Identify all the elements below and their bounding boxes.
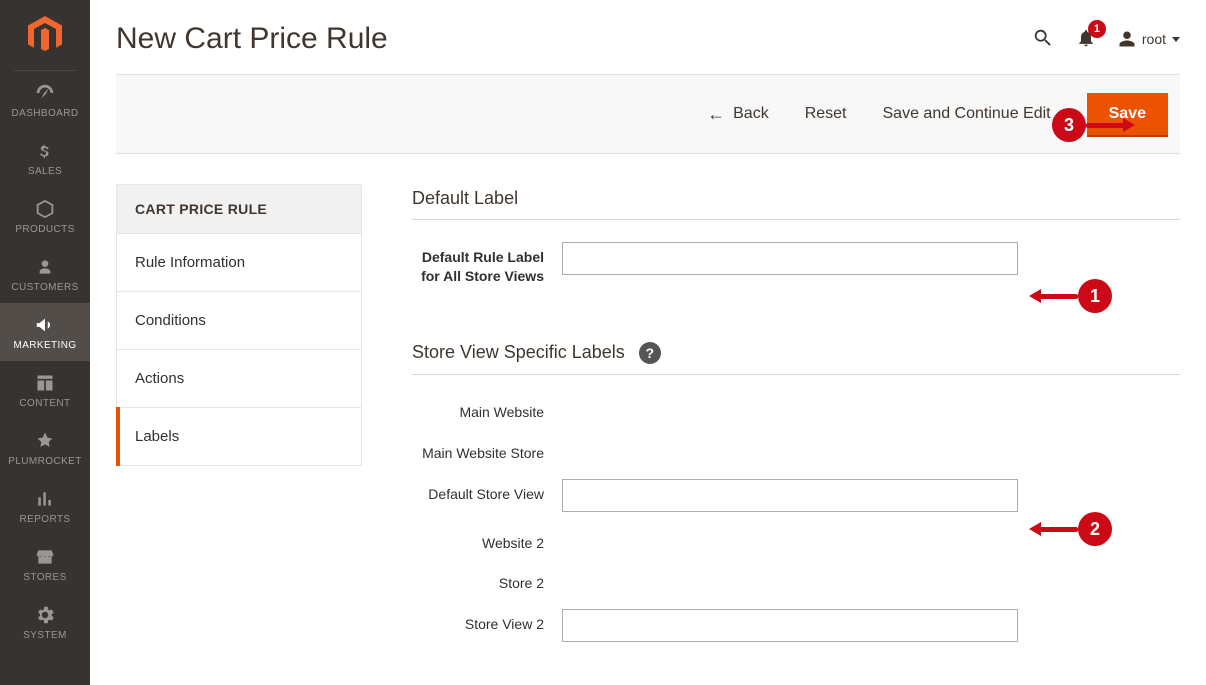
sidebar-item-marketing-icon	[34, 314, 56, 336]
nav-label: SYSTEM	[23, 630, 67, 641]
default-rule-label: Default Rule Label for All Store Views	[412, 242, 562, 286]
sidebar-item-system[interactable]: SYSTEM	[0, 593, 90, 651]
sidebar-item-customers-icon	[34, 256, 56, 278]
save-continue-button[interactable]: Save and Continue Edit	[883, 105, 1051, 123]
sidebar-item-content-icon	[34, 372, 56, 394]
user-menu[interactable]: root	[1118, 30, 1180, 48]
nav-label: STORES	[23, 572, 66, 583]
nav-label: CUSTOMERS	[11, 282, 78, 293]
user-name: root	[1142, 31, 1166, 47]
sidebar-item-plumrocket-icon	[34, 430, 56, 452]
sidebar-item-products[interactable]: PRODUCTS	[0, 187, 90, 245]
nav-label: PRODUCTS	[15, 224, 74, 235]
sidebar-item-content[interactable]: CONTENT	[0, 361, 90, 419]
nav-label: CONTENT	[19, 398, 70, 409]
store-view-label: Default Store View	[412, 479, 562, 504]
labels-form: Default Label Default Rule Label for All…	[412, 184, 1180, 658]
store-view-input[interactable]	[562, 609, 1018, 642]
sidebar-item-customers[interactable]: CUSTOMERS	[0, 245, 90, 303]
sidebar-item-reports-icon	[34, 488, 56, 510]
left-sidebar: DASHBOARD SALES PRODUCTS CUSTOMERS MARKETING…	[0, 0, 90, 685]
sidebar-item-stores[interactable]: STORES	[0, 535, 90, 593]
page-title: New Cart Price Rule	[116, 22, 1032, 56]
default-rule-input[interactable]	[562, 242, 1018, 275]
store-label: Main Website Store	[412, 438, 562, 463]
sidebar-item-sales-icon	[34, 140, 56, 162]
chevron-down-icon	[1172, 37, 1180, 42]
store-view-label: Store View 2	[412, 609, 562, 634]
sidebar-item-reports[interactable]: REPORTS	[0, 477, 90, 535]
sidebar-item-system-icon	[34, 604, 56, 626]
nav-label: MARKETING	[13, 340, 76, 351]
reset-button[interactable]: Reset	[805, 105, 847, 123]
sidebar-item-sales[interactable]: SALES	[0, 129, 90, 187]
notification-badge: 1	[1088, 20, 1106, 38]
save-button[interactable]: Save	[1087, 93, 1168, 135]
arrow-left-icon: ←	[707, 104, 725, 125]
store-label: Store 2	[412, 568, 562, 593]
tab-labels[interactable]: Labels	[117, 408, 361, 465]
nav-label: SALES	[28, 166, 62, 177]
store-label: Main Website	[412, 397, 562, 422]
sidebar-item-dashboard-icon	[34, 82, 56, 104]
sidebar-item-marketing[interactable]: MARKETING	[0, 303, 90, 361]
notifications-icon[interactable]: 1	[1076, 28, 1096, 51]
search-icon[interactable]	[1032, 27, 1054, 52]
page-header: New Cart Price Rule 1 root	[90, 0, 1206, 74]
tab-actions[interactable]: Actions	[117, 350, 361, 408]
sidebar-item-dashboard[interactable]: DASHBOARD	[0, 71, 90, 129]
section-store-specific: Store View Specific Labels ?	[412, 342, 1180, 375]
section-default-label: Default Label	[412, 188, 1180, 220]
help-icon[interactable]: ?	[639, 342, 661, 364]
store-label: Website 2	[412, 528, 562, 553]
tabs-title: CART PRICE RULE	[117, 185, 361, 234]
tab-conditions[interactable]: Conditions	[117, 292, 361, 350]
back-button[interactable]: ← Back	[707, 104, 769, 125]
tab-rule-information[interactable]: Rule Information	[117, 234, 361, 292]
sidebar-item-products-icon	[34, 198, 56, 220]
nav-label: REPORTS	[20, 514, 71, 525]
sidebar-item-plumrocket[interactable]: PLUMROCKET	[0, 419, 90, 477]
logo[interactable]	[0, 0, 90, 70]
nav-label: PLUMROCKET	[8, 456, 81, 467]
magento-logo-icon	[28, 16, 62, 54]
sidebar-item-stores-icon	[34, 546, 56, 568]
tabs-panel: CART PRICE RULE Rule InformationConditio…	[116, 184, 362, 466]
store-view-input[interactable]	[562, 479, 1018, 512]
action-toolbar: ← Back Reset Save and Continue Edit Save	[116, 74, 1180, 154]
nav-label: DASHBOARD	[12, 108, 79, 119]
